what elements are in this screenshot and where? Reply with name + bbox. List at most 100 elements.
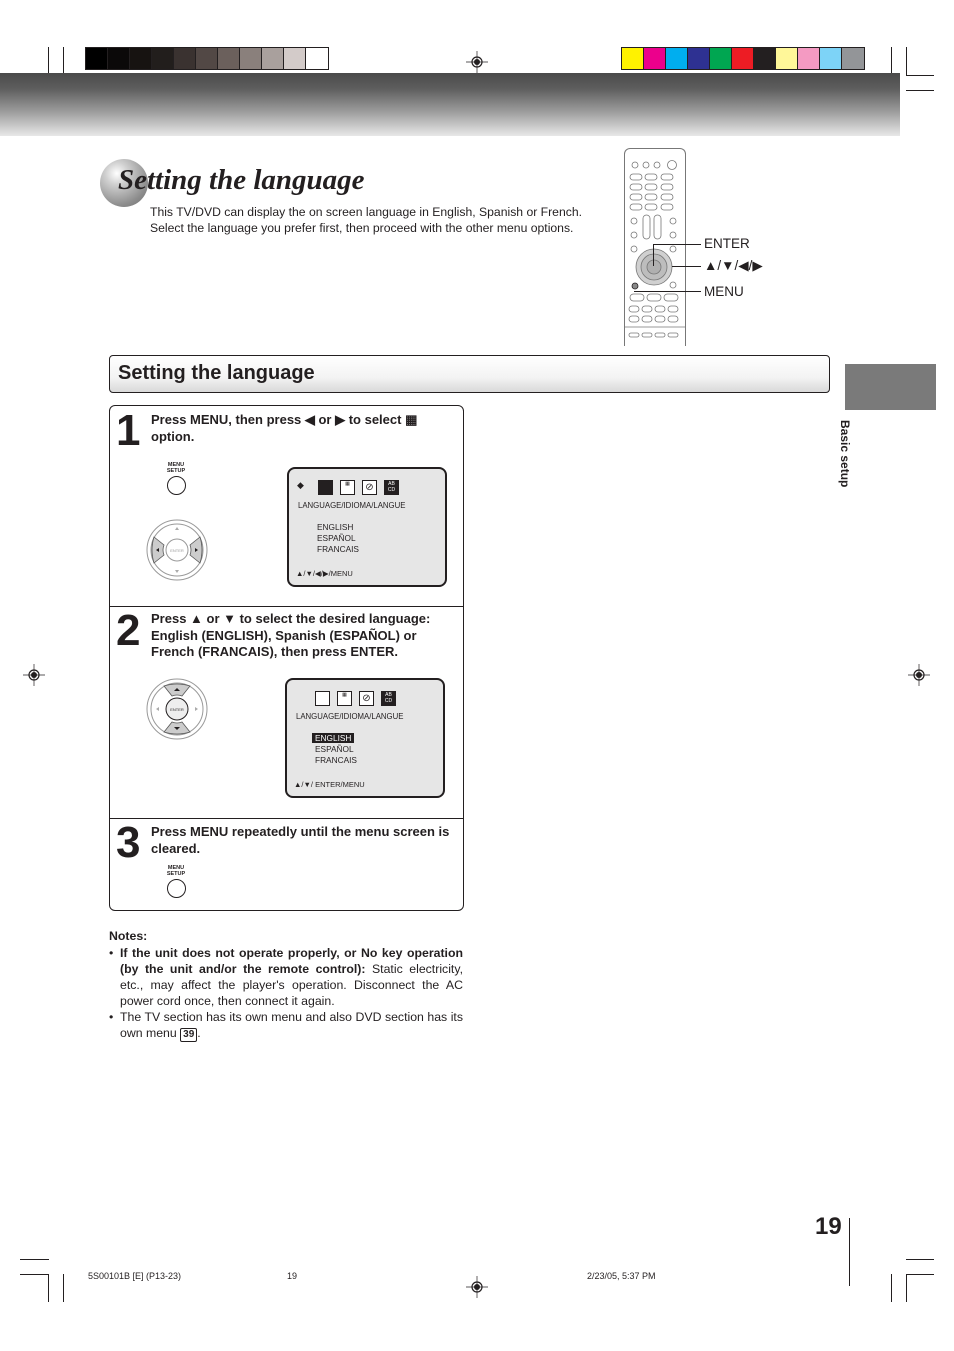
menu-setup-button: MENU SETUP: [161, 865, 191, 900]
osd-language-menu: ◆ ▦ ⊘ AB CD LANGUAGE/IDIOMA/LANGUE ENGLIS…: [287, 467, 447, 587]
osd-language-menu: ▦ ⊘ AB CD LANGUAGE/IDIOMA/LANGUE ENGLISH …: [285, 678, 445, 798]
step-divider: [110, 606, 463, 607]
osd-option: FRANCAIS: [317, 544, 359, 554]
osd-picture-icon: [315, 691, 330, 706]
crop-mark: [48, 1274, 49, 1302]
step-instruction: Press ▲ or ▼ to select the desired langu…: [151, 611, 431, 659]
registration-mark-icon: [23, 664, 45, 686]
color-swatch: [666, 48, 688, 69]
crop-mark: [891, 47, 892, 75]
osd-option: FRANCAIS: [315, 755, 357, 765]
color-swatch: [86, 48, 108, 69]
registration-mark-icon: [908, 664, 930, 686]
osd-setup-icon: ▦: [340, 480, 355, 495]
step-number: 1: [116, 406, 141, 455]
remote-buttons-icon: [625, 160, 685, 338]
registration-mark-icon: [466, 1276, 488, 1298]
color-swatch: [732, 48, 754, 69]
menu-leader-line: [634, 291, 701, 292]
osd-option: ESPAÑOL: [315, 744, 354, 754]
osd-footer: ▲/▼/ ENTER/MENU: [294, 780, 365, 789]
arrows-leader-line: [672, 266, 701, 267]
crop-mark: [20, 1274, 49, 1275]
osd-heading: LANGUAGE/IDIOMA/LANGUE: [298, 501, 406, 510]
color-swatch: [644, 48, 666, 69]
osd-option-selected: ENGLISH: [312, 733, 355, 743]
color-swatch: [218, 48, 240, 69]
intro-text: This TV/DVD can display the on screen la…: [150, 205, 582, 235]
header-band: [0, 73, 900, 136]
crop-mark: [63, 1274, 64, 1302]
crop-mark: [891, 1274, 892, 1302]
page-title: Setting the language: [118, 164, 365, 196]
color-swatch: [152, 48, 174, 69]
color-swatch: [196, 48, 218, 69]
osd-lock-icon: ⊘: [362, 480, 377, 495]
color-swatch: [240, 48, 262, 69]
enter-leader-line: [653, 244, 654, 266]
notes: Notes: If the unit does not operate prop…: [109, 928, 463, 1042]
registration-mark-icon: [466, 51, 488, 73]
dpad-up-down-icon: ENTER: [146, 678, 208, 740]
color-bar: [621, 47, 865, 70]
crop-mark: [906, 1259, 934, 1260]
enter-leader-line: [653, 244, 701, 245]
color-swatch: [174, 48, 196, 69]
footer-page: 19: [287, 1271, 298, 1281]
osd-picture-icon: [318, 480, 333, 495]
crop-mark: [906, 1274, 907, 1302]
footer-job-id: 5S00101B [E] (P13-23): [88, 1271, 182, 1281]
crop-mark: [906, 1274, 934, 1275]
enter-label: ENTER: [170, 707, 184, 712]
crop-mark: [906, 90, 934, 91]
color-swatch: [622, 48, 644, 69]
color-swatch: [798, 48, 820, 69]
osd-footer: ▲/▼/◀/▶/MENU: [296, 569, 353, 578]
color-swatch: [130, 48, 152, 69]
osd-lock-icon: ⊘: [359, 691, 374, 706]
color-swatch: [108, 48, 130, 69]
osd-heading: LANGUAGE/IDIOMA/LANGUE: [296, 712, 404, 721]
note-item: If the unit does not operate properly, o…: [109, 945, 463, 1009]
crop-mark: [20, 1259, 49, 1260]
color-swatch: [688, 48, 710, 69]
osd-language-icon: AB CD: [381, 691, 396, 706]
remote-label-menu: MENU: [704, 284, 744, 299]
page-rule: [849, 1218, 850, 1286]
crop-mark: [48, 47, 49, 75]
color-swatch: [306, 48, 328, 69]
osd-language-icon: AB CD: [384, 480, 399, 495]
page-reference: 39: [180, 1028, 198, 1042]
page-number: 19: [815, 1213, 842, 1240]
osd-setup-icon: ▦: [337, 691, 352, 706]
color-swatch: [284, 48, 306, 69]
step-instruction: Press MENU, then press ◀ or ▶ to select …: [151, 412, 418, 444]
color-swatch: [262, 48, 284, 69]
color-swatch: [776, 48, 798, 69]
color-swatch: [710, 48, 732, 69]
enter-label: ENTER: [170, 548, 184, 553]
color-swatch: [842, 48, 864, 69]
osd-option: ESPAÑOL: [317, 533, 356, 543]
color-swatch: [754, 48, 776, 69]
side-tab: [845, 364, 936, 410]
crop-mark: [906, 47, 907, 75]
remote-label-arrows: ▲/▼/◀/▶: [704, 258, 763, 273]
side-tab-label: Basic setup: [838, 420, 852, 488]
notes-heading: Notes:: [109, 929, 148, 943]
step-number: 2: [116, 606, 141, 655]
remote-control-illustration: [624, 148, 686, 346]
note-item: The TV section has its own menu and also…: [109, 1009, 463, 1042]
color-swatch: [820, 48, 842, 69]
grayscale-bar: [85, 47, 329, 70]
step-instruction: Press MENU repeatedly until the menu scr…: [151, 824, 450, 856]
step-divider: [110, 818, 463, 819]
section-header: Setting the language: [109, 355, 830, 393]
footer-timestamp: 2/23/05, 5:37 PM: [587, 1271, 656, 1281]
menu-setup-button: MENU SETUP: [161, 462, 191, 497]
steps-box: 1 Press MENU, then press ◀ or ▶ to selec…: [109, 405, 464, 911]
osd-option: ENGLISH: [317, 522, 354, 532]
remote-label-enter: ENTER: [704, 236, 750, 251]
crop-mark: [63, 47, 64, 75]
osd-arrows-icon: ◆: [297, 480, 304, 490]
